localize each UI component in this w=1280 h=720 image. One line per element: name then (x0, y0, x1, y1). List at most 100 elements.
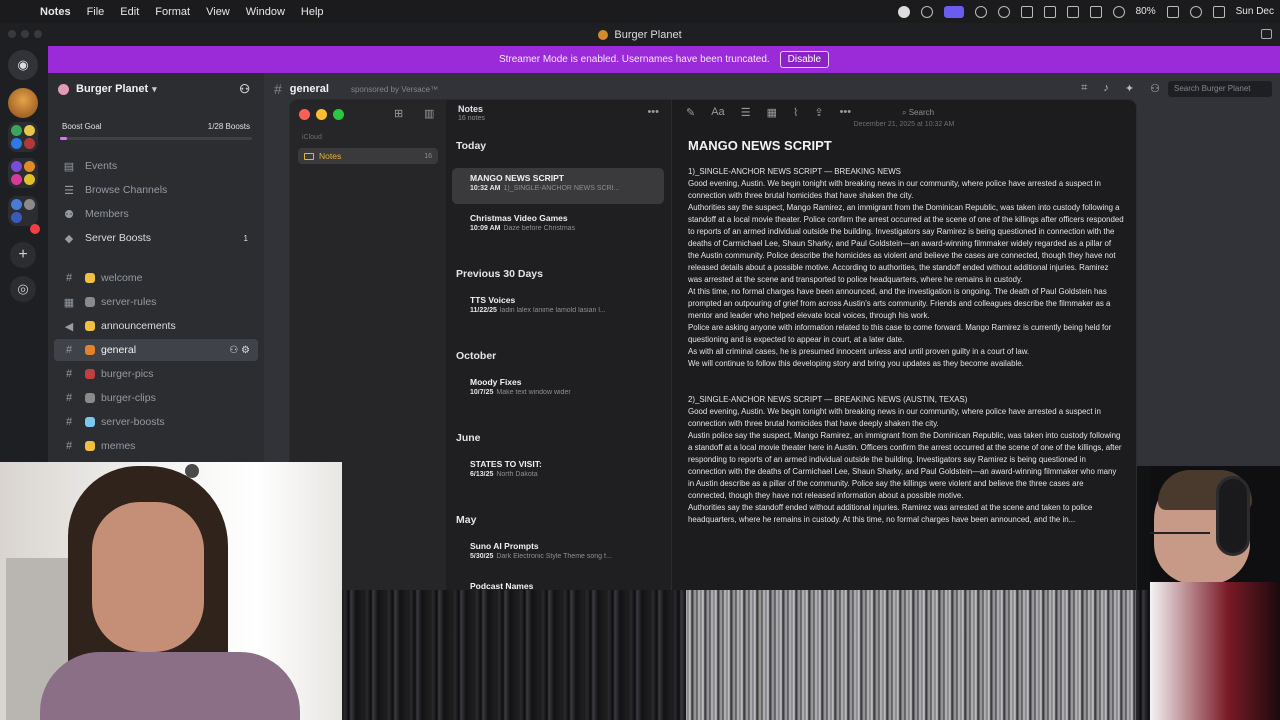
menu-view[interactable]: View (206, 6, 230, 18)
nav-label: Events (85, 160, 118, 172)
direct-messages-button[interactable]: ◉ (8, 50, 38, 80)
menu-format[interactable]: Format (155, 6, 190, 18)
note-paragraph: As with all criminal cases, he is presum… (688, 347, 1030, 356)
hash-icon: # (274, 81, 282, 97)
notes-zoom-button[interactable] (333, 109, 344, 120)
channel-burger-clips[interactable]: # burger-clips (54, 387, 258, 409)
menubar-clock[interactable]: Sun Dec (1236, 6, 1274, 17)
channel-general[interactable]: # general ⚇ ⚙ (54, 339, 258, 361)
boost-goal[interactable]: Boost Goal 1/28 Boosts (54, 115, 258, 137)
channel-announcements[interactable]: ◀ announcements (54, 315, 258, 337)
server-header[interactable]: Burger Planet ▾ ⚇ (48, 73, 264, 105)
hash-icon: # (65, 344, 73, 356)
server-folder[interactable] (8, 158, 38, 188)
note-meta: 10:32 AM 1)_SINGLE-ANCHOR NEWS SCRI... (470, 185, 664, 192)
note-body[interactable]: 1)_SINGLE-ANCHOR NEWS SCRIPT — BREAKING … (688, 166, 1124, 526)
notes-close-button[interactable] (299, 109, 310, 120)
battery-icon[interactable] (1166, 5, 1179, 18)
compose-icon[interactable]: ✎ (686, 106, 695, 119)
checklist-icon[interactable]: ☰ (741, 106, 751, 119)
hash-icon: # (65, 416, 73, 428)
screen-record-icon[interactable] (943, 5, 964, 18)
note-title: Christmas Video Games (470, 213, 568, 223)
rules-icon: ▦ (63, 296, 75, 309)
attachment-icon[interactable]: ⌇ (793, 106, 798, 119)
folder-notes[interactable]: Notes 16 (298, 148, 438, 164)
nav-members[interactable]: ⚉ Members (54, 203, 258, 225)
record-icon[interactable] (974, 5, 987, 18)
table-icon[interactable]: ▦ (767, 106, 777, 119)
channel-burger-pics[interactable]: # burger-pics (54, 363, 258, 385)
channel-server-boosts[interactable]: # server-boosts (54, 411, 258, 433)
bluetooth-icon[interactable] (1089, 5, 1102, 18)
display-icon[interactable] (1066, 5, 1079, 18)
pin-icon[interactable]: ✦ (1125, 82, 1134, 95)
channel-label: server-boosts (101, 416, 165, 428)
channel-server-rules[interactable]: ▦ server-rules (54, 291, 258, 313)
sidebar-toggle-icon[interactable]: ▥ (424, 107, 434, 120)
text-format-icon[interactable]: Aa (711, 106, 724, 119)
channel-memes[interactable]: # memes (54, 435, 258, 457)
server-mini-icon (11, 138, 22, 149)
channel-emoji-icon (85, 369, 95, 379)
note-meta: 10/7/25 Make text window wider (470, 389, 664, 396)
folder-add-icon[interactable]: ⊞ (394, 107, 403, 120)
apple-icon[interactable] (14, 5, 28, 19)
section-october: October (456, 350, 497, 362)
status-dot-icon[interactable] (897, 5, 910, 18)
note-item[interactable]: Moody Fixes 10/7/25 Make text window wide… (452, 372, 664, 408)
invite-people-icon[interactable]: ⚇ (239, 82, 250, 96)
nav-events[interactable]: ▤ Events (54, 155, 258, 177)
menu-window[interactable]: Window (246, 6, 285, 18)
note-paragraph: Authorities say the suspect, Mango Ramir… (688, 203, 1124, 284)
folder-icon (304, 152, 314, 160)
control-center-icon[interactable] (1212, 5, 1225, 18)
menu-edit[interactable]: Edit (120, 6, 139, 18)
note-item[interactable]: Suno AI Prompts 5/30/25 Dark Electronic S… (452, 536, 664, 572)
note-item[interactable]: STATES TO VISIT: 6/13/25 North Dakota (452, 454, 664, 490)
spotlight-icon[interactable] (1189, 5, 1202, 18)
note-item[interactable]: Christmas Video Games 10:09 AM Daze befor… (452, 208, 664, 244)
member-list-icon[interactable]: ⚇ (1150, 82, 1160, 95)
hash-icon: # (65, 392, 73, 404)
chevron-down-icon: ▾ (152, 83, 157, 94)
notes-search-field[interactable]: ⌕ Search (902, 105, 1122, 121)
keyboard-icon[interactable] (1043, 5, 1056, 18)
notification-bell-icon[interactable]: ♪ (1103, 82, 1109, 95)
server-folder[interactable] (8, 122, 38, 152)
channel-settings-icon[interactable]: ⚇ ⚙ (229, 345, 250, 356)
threads-icon[interactable]: ⌗ (1081, 82, 1087, 95)
play-icon[interactable] (997, 5, 1010, 18)
wifi-icon[interactable] (1112, 5, 1125, 18)
discover-button[interactable]: ◎ (10, 276, 36, 302)
discord-search-input[interactable]: Search Burger Planet (1168, 81, 1272, 97)
inbox-icon[interactable] (1261, 29, 1272, 39)
more-options-icon[interactable]: ••• (647, 106, 659, 118)
channel-label: welcome (101, 272, 143, 284)
nav-browse-channels[interactable]: ☰ Browse Channels (54, 179, 258, 201)
discord-minimize-button[interactable] (21, 30, 29, 38)
channel-welcome[interactable]: # welcome (54, 267, 258, 289)
note-item[interactable]: TTS Voices 11/22/25 ladin lalex lanime la… (452, 290, 664, 326)
volume-icon[interactable] (1020, 5, 1033, 18)
menu-app-notes[interactable]: Notes (40, 6, 71, 18)
note-item[interactable]: MANGO NEWS SCRIPT 10:32 AM 1)_SINGLE-ANCH… (452, 168, 664, 204)
battery-percent[interactable]: 80% (1136, 6, 1156, 17)
note-date: December 21, 2025 at 10:32 AM (853, 121, 955, 128)
server-folder[interactable] (8, 196, 38, 226)
notes-minimize-button[interactable] (316, 109, 327, 120)
nav-server-boosts[interactable]: ◆ Server Boosts 1 (54, 227, 258, 249)
menu-help[interactable]: Help (301, 6, 324, 18)
more-icon[interactable]: ••• (840, 106, 852, 119)
add-server-button[interactable]: + (10, 242, 36, 268)
disable-streamer-button[interactable]: Disable (779, 51, 830, 68)
discord-zoom-button[interactable] (34, 30, 42, 38)
server-icon-burger-planet[interactable] (8, 88, 38, 118)
discord-close-button[interactable] (8, 30, 16, 38)
screen-icon[interactable] (920, 5, 933, 18)
menu-file[interactable]: File (87, 6, 105, 18)
share-icon[interactable]: ⇪ (814, 106, 823, 119)
note-heading[interactable]: MANGO NEWS SCRIPT (688, 138, 832, 153)
server-mini-icon (11, 161, 22, 172)
channel-label: burger-pics (101, 368, 154, 380)
